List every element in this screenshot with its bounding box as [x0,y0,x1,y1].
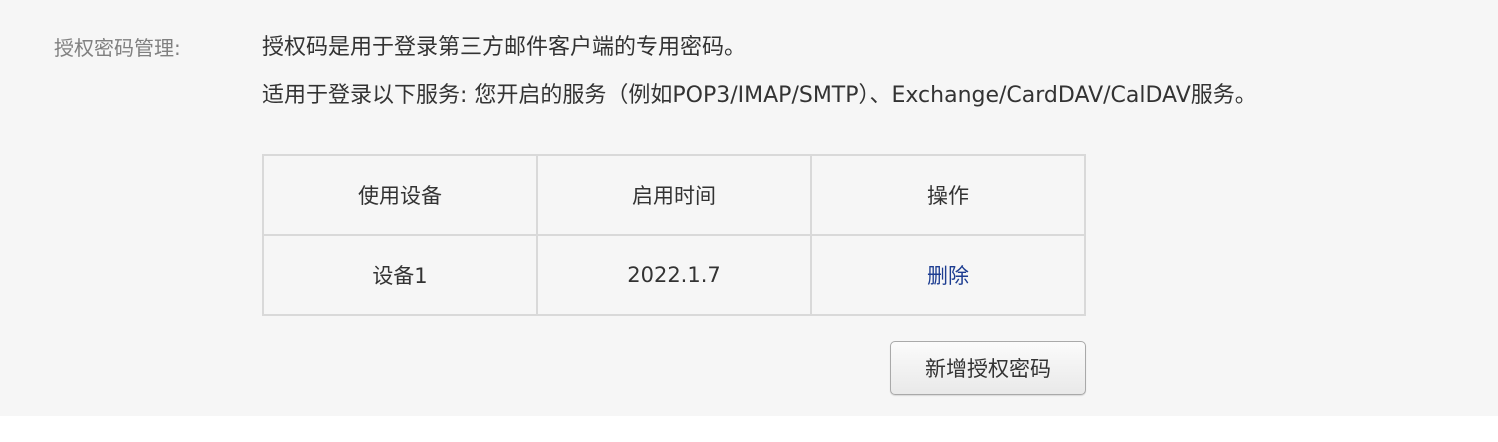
column-header-action: 操作 [810,154,1086,236]
auth-code-management-label: 授权密码管理: [54,36,181,60]
column-header-device: 使用设备 [262,154,538,236]
auth-device-table: 使用设备 启用时间 操作 设备1 2022.1.7 删除 [262,154,1086,316]
auth-code-description: 授权码是用于登录第三方邮件客户端的专用密码。 [262,35,747,60]
enabled-time-cell: 2022.1.7 [536,234,812,316]
table-header-row: 使用设备 启用时间 操作 [262,154,1086,236]
device-name-cell: 设备1 [262,234,538,316]
table-row: 设备1 2022.1.7 删除 [262,234,1086,316]
column-header-enabled-time: 启用时间 [536,154,812,236]
add-auth-code-button[interactable]: 新增授权密码 [890,341,1086,395]
supported-services-description: 适用于登录以下服务: 您开启的服务（例如POP3/IMAP/SMTP）、Exch… [262,83,1257,108]
delete-link[interactable]: 删除 [927,264,969,288]
auth-code-panel: 授权密码管理: 授权码是用于登录第三方邮件客户端的专用密码。 适用于登录以下服务… [0,0,1498,416]
action-cell: 删除 [810,234,1086,316]
